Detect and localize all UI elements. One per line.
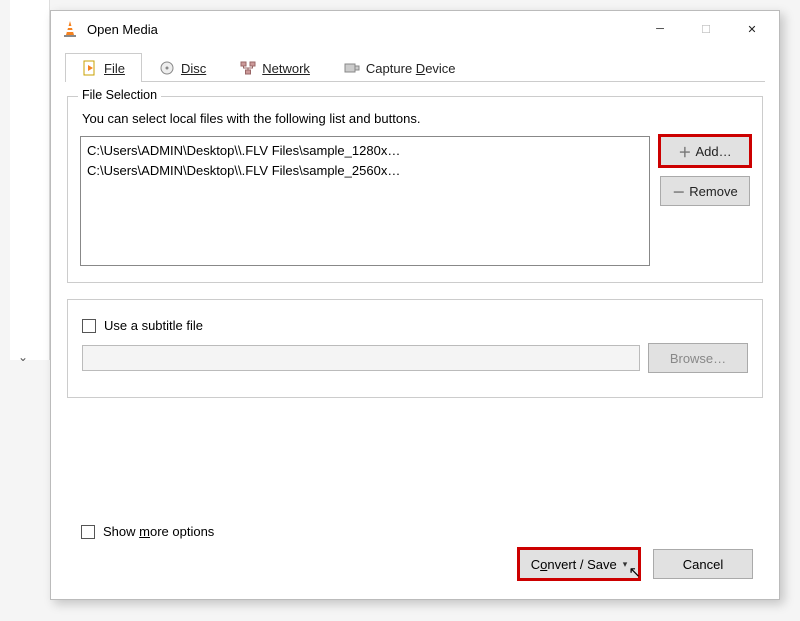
disc-icon [159,60,175,76]
maximize-button[interactable]: ☐ [683,13,729,45]
add-button[interactable]: ＋ Add… [660,136,750,166]
plus-icon: ＋ [678,142,691,161]
tab-capture[interactable]: Capture Device [327,53,473,82]
capture-icon [344,60,360,76]
browse-button-label: Browse… [670,351,726,366]
file-selection-group: File Selection You can select local file… [67,96,763,283]
list-item[interactable]: C:\Users\ADMIN\Desktop\ \.FLV Files\samp… [87,141,643,161]
convert-save-label: Convert / Save [531,557,617,572]
close-button[interactable]: ✕ [729,13,775,45]
tab-disc[interactable]: Disc [142,53,223,82]
subtitle-path-input [82,345,640,371]
cancel-label: Cancel [683,557,723,572]
tab-network-label: Network [262,61,310,76]
background-window-edge [10,0,50,360]
cancel-button[interactable]: Cancel [653,549,753,579]
file-icon [82,60,98,76]
tab-disc-label: Disc [181,61,206,76]
file-selection-legend: File Selection [78,88,161,102]
subtitle-group: Use a subtitle file Browse… [67,299,763,398]
window-title: Open Media [87,22,637,37]
remove-button-label: Remove [689,184,737,199]
chevron-down-icon: ⌄ [18,350,28,364]
vlc-logo-icon [61,20,79,38]
remove-button[interactable]: － Remove [660,176,750,206]
tab-capture-label: Capture Device [366,61,456,76]
titlebar: Open Media ─ ☐ ✕ [51,11,779,47]
tab-network[interactable]: Network [223,53,327,82]
dropdown-arrow-icon: ▾ [623,559,628,570]
list-item[interactable]: C:\Users\ADMIN\Desktop\ \.FLV Files\samp… [87,161,643,181]
show-more-options[interactable]: Show more options [81,524,214,539]
browse-button: Browse… [648,343,748,373]
minus-icon: － [672,182,685,201]
subtitle-checkbox-label: Use a subtitle file [104,318,203,333]
add-button-label: Add… [695,144,731,159]
minimize-button[interactable]: ─ [637,13,683,45]
tab-file[interactable]: File [65,53,142,82]
tab-file-label: File [104,61,125,76]
tab-bar: File Disc Network Capture Device [65,53,765,82]
file-selection-hint: You can select local files with the foll… [82,111,750,126]
tab-body: File Selection You can select local file… [51,82,779,424]
open-media-dialog: Open Media ─ ☐ ✕ File Disc Network [50,10,780,600]
network-icon [240,60,256,76]
show-more-checkbox[interactable] [81,525,95,539]
file-list[interactable]: C:\Users\ADMIN\Desktop\ \.FLV Files\samp… [80,136,650,266]
show-more-label: Show more options [103,524,214,539]
convert-save-button[interactable]: Convert / Save ▾ [519,549,639,579]
subtitle-checkbox[interactable] [82,319,96,333]
